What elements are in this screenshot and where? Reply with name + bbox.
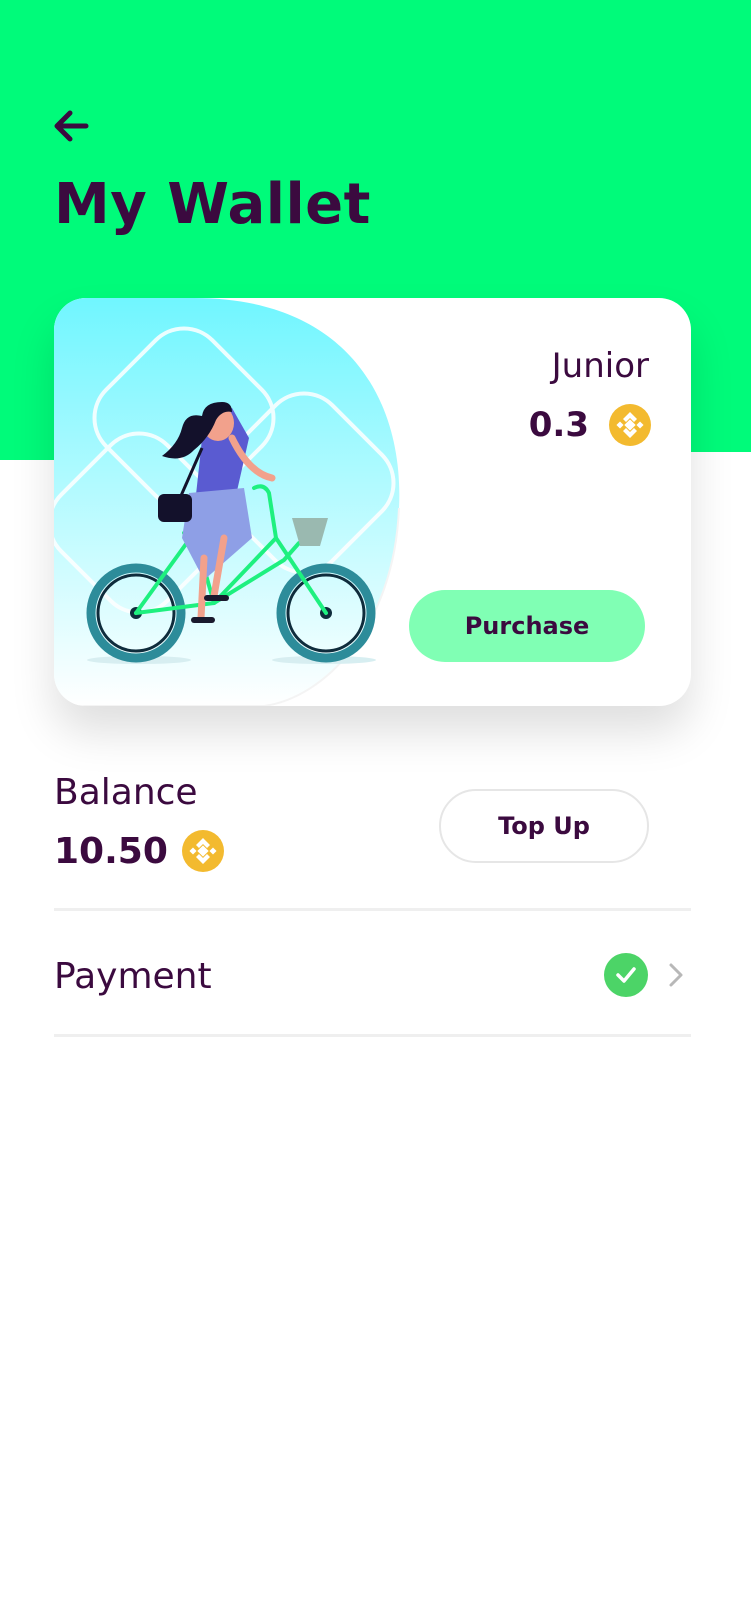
tier-name: Junior bbox=[551, 346, 649, 386]
divider bbox=[54, 1034, 691, 1037]
payment-label: Payment bbox=[54, 956, 212, 997]
page-title: My Wallet bbox=[54, 172, 371, 237]
bnb-coin-icon bbox=[609, 404, 651, 446]
check-circle-icon bbox=[604, 953, 648, 997]
tier-value: 0.3 bbox=[528, 405, 589, 445]
balance-value-row: 10.50 bbox=[54, 830, 224, 872]
back-button[interactable] bbox=[50, 105, 92, 147]
balance-value: 10.50 bbox=[54, 830, 168, 872]
chevron-right-icon bbox=[669, 963, 683, 987]
payment-row[interactable]: Payment bbox=[54, 920, 691, 1030]
purchase-button[interactable]: Purchase bbox=[409, 590, 645, 662]
divider bbox=[54, 908, 691, 911]
arrow-left-icon bbox=[54, 110, 89, 142]
cyclist-illustration bbox=[54, 298, 400, 706]
wallet-card: Junior 0.3 Purchase bbox=[54, 298, 691, 706]
bnb-coin-icon bbox=[181, 830, 224, 872]
top-up-button[interactable]: Top Up bbox=[439, 789, 649, 863]
tier-value-row: 0.3 bbox=[529, 404, 651, 446]
balance-label: Balance bbox=[54, 772, 198, 813]
